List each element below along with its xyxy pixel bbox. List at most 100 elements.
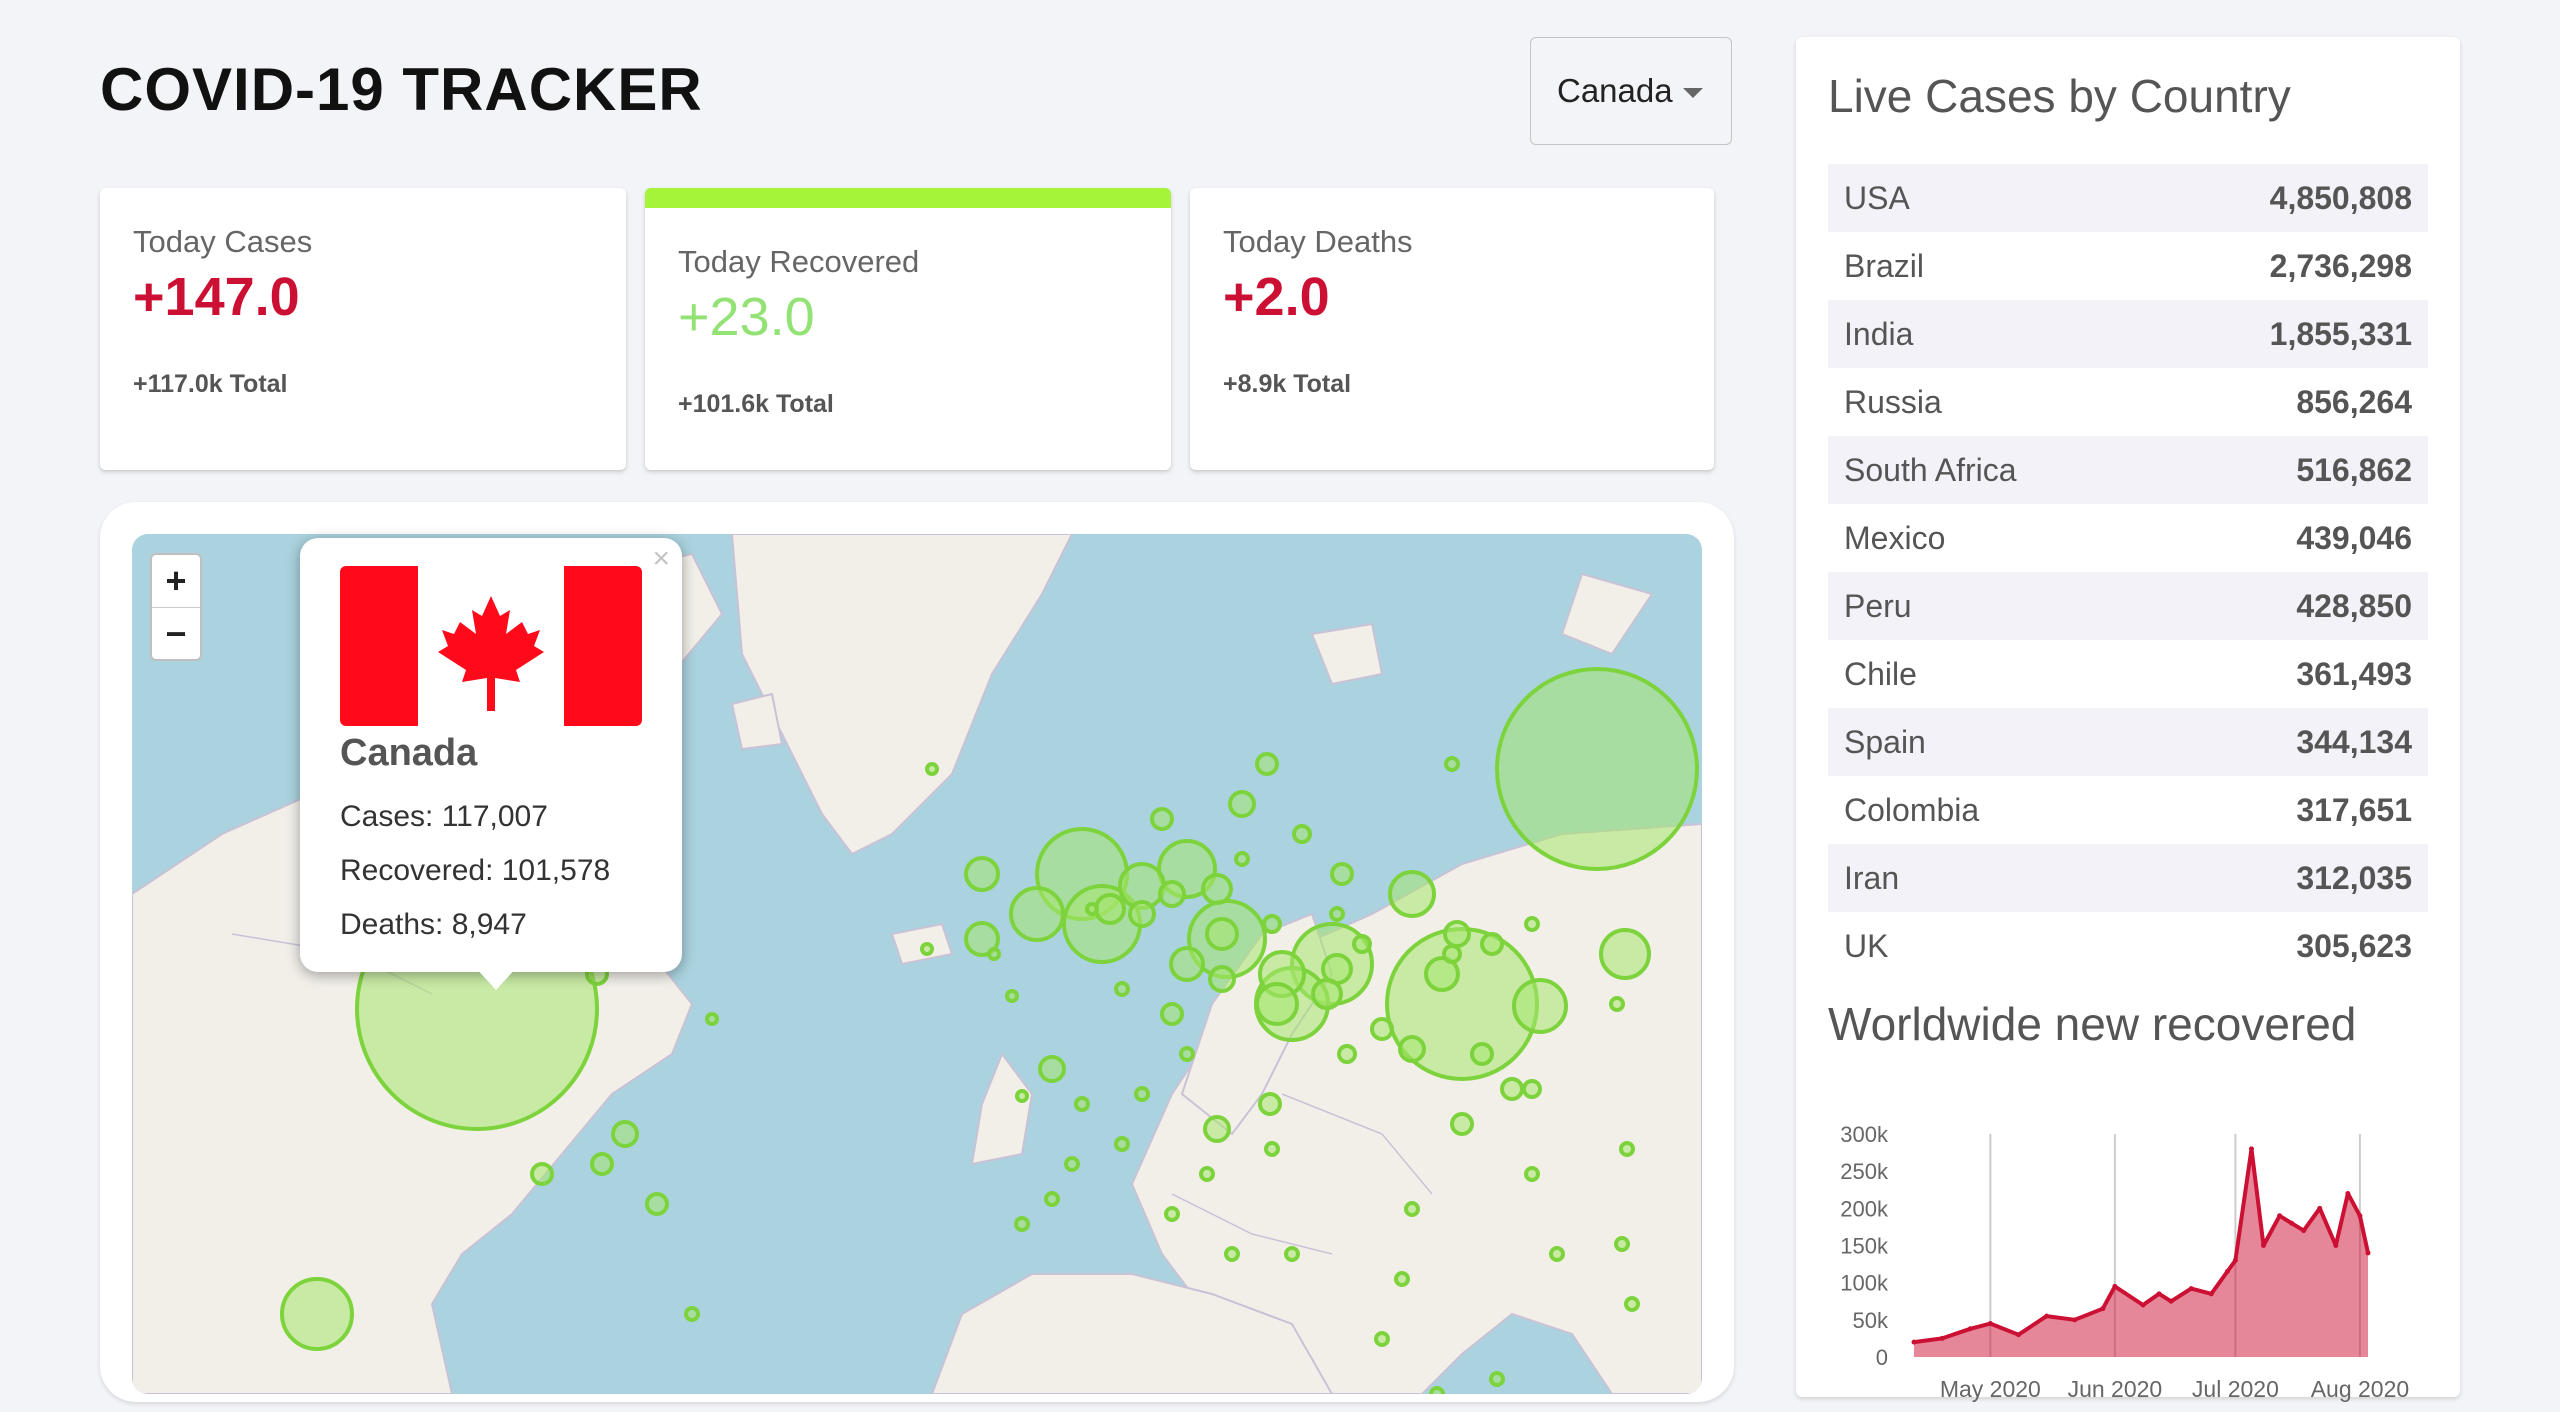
card-value: +2.0 — [1223, 267, 1330, 327]
chart-point — [2156, 1291, 2162, 1297]
country-table: USA 4,850,808 Brazil 2,736,298 India 1,855,… — [1828, 164, 2428, 980]
y-tick-label: 300k — [1840, 1122, 1889, 1147]
zoom-out-button[interactable]: − — [152, 607, 200, 660]
x-tick-label: Jun 2020 — [2068, 1376, 2163, 1402]
case-circle-spain — [1009, 886, 1065, 942]
case-circle-dot — [1224, 1246, 1240, 1262]
case-circle-dot — [1284, 1246, 1300, 1262]
today-recovered-card[interactable]: Today Recovered +23.0 +101.6k Total — [645, 188, 1171, 470]
table-row: South Africa 516,862 — [1828, 436, 2428, 504]
table-row: Chile 361,493 — [1828, 640, 2428, 708]
case-circle-small — [1038, 1055, 1066, 1083]
popup-recovered: Recovered: 101,578 — [340, 854, 611, 887]
country-name: Mexico — [1844, 519, 1946, 556]
country-name: Brazil — [1844, 247, 1925, 284]
case-circle-small — [645, 1192, 669, 1216]
today-cases-card[interactable]: Today Cases +147.0 +117.0k Total — [100, 188, 626, 470]
case-circle-dot — [920, 942, 934, 956]
chart-point — [2289, 1220, 2295, 1226]
table-row: USA 4,850,808 — [1828, 164, 2428, 232]
chart-point — [1939, 1335, 1945, 1341]
case-circle-small — [1255, 982, 1299, 1026]
case-circle-dot — [1134, 1086, 1150, 1102]
sidebar: Live Cases by Country USA 4,850,808 Brazi… — [1796, 37, 2460, 1402]
country-name: Russia — [1844, 383, 1942, 420]
case-circle-small — [1203, 1115, 1231, 1143]
case-circle-dot — [1619, 1141, 1635, 1157]
popup-deaths: Deaths: 8,947 — [340, 908, 527, 941]
card-total: +101.6k Total — [678, 390, 834, 418]
table-row: Mexico 439,046 — [1828, 504, 2428, 572]
country-cases: 516,862 — [2296, 451, 2412, 488]
table-row: Colombia 317,651 — [1828, 776, 2428, 844]
today-deaths-card[interactable]: Today Deaths +2.0 +8.9k Total — [1190, 188, 1714, 470]
svalbard-island — [1310, 622, 1384, 686]
case-circle-small — [1352, 934, 1372, 954]
case-circle-small — [964, 856, 1000, 892]
case-circle-small — [1480, 932, 1504, 956]
chart-point — [2112, 1283, 2118, 1289]
case-circle-dot — [925, 762, 939, 776]
country-name: UK — [1844, 927, 1889, 964]
zoom-in-button[interactable]: + — [152, 555, 200, 607]
sidebar-title: Live Cases by Country — [1828, 70, 2291, 122]
chart-point — [2100, 1306, 2106, 1312]
chart-point — [2277, 1213, 2283, 1219]
close-icon[interactable]: × — [652, 542, 670, 576]
country-cases: 344,134 — [2296, 723, 2412, 760]
case-circle-dot — [1444, 756, 1460, 772]
case-circle-small — [1370, 1017, 1394, 1041]
case-circle-small — [1330, 862, 1354, 886]
case-circle-dot — [1614, 1236, 1630, 1252]
chart-point — [2333, 1243, 2339, 1248]
y-tick-label: 50k — [1853, 1308, 1889, 1333]
case-circle-small — [1500, 1077, 1524, 1101]
country-select[interactable]: Canada — [1530, 37, 1732, 145]
case-circle-dot — [1489, 1371, 1505, 1387]
recovered-chart: May 2020 Jun 2020 Jul 2020 Aug 2020 0 50k 100k… — [1840, 1122, 2409, 1402]
table-row: Russia 856,264 — [1828, 368, 2428, 436]
chart-point — [2261, 1243, 2267, 1248]
case-circle-dot — [1005, 989, 1019, 1003]
case-circle-dot — [1624, 1296, 1640, 1312]
case-circle-dot — [1394, 1271, 1410, 1287]
case-circle-small — [1158, 880, 1186, 908]
card-label: Today Recovered — [678, 244, 920, 279]
chart-point — [2208, 1291, 2214, 1297]
chart-point — [2357, 1213, 2363, 1219]
case-circle-dot — [1524, 1166, 1540, 1182]
table-row: UK 305,623 — [1828, 912, 2428, 980]
case-circle-small — [1337, 1044, 1357, 1064]
card-value: +147.0 — [133, 267, 300, 327]
case-circle-small — [1292, 824, 1312, 844]
chart-point — [2188, 1286, 2194, 1292]
card-label: Today Cases — [133, 224, 313, 259]
country-cases: 439,046 — [2296, 519, 2412, 556]
case-circle-small — [590, 1152, 614, 1176]
country-cases: 2,736,298 — [2269, 247, 2412, 284]
chart-point — [1911, 1339, 1917, 1345]
popup-country-name: Canada — [340, 732, 478, 774]
chart-point — [2015, 1332, 2021, 1338]
chart-point — [2232, 1257, 2238, 1263]
case-circle-dot — [1085, 902, 1099, 916]
chart-point — [2317, 1205, 2323, 1211]
case-circle-small — [1228, 790, 1256, 818]
case-circle-dot — [1374, 1331, 1390, 1347]
case-circle-dot — [1015, 1089, 1029, 1103]
table-row: Iran 312,035 — [1828, 844, 2428, 912]
greenland-landmass — [730, 534, 1074, 856]
country-name: India — [1844, 315, 1914, 352]
case-circle-small — [1201, 873, 1233, 905]
x-tick-label: Aug 2020 — [2311, 1376, 2409, 1402]
case-circle-small — [1205, 917, 1239, 951]
case-circle-dot — [1429, 1386, 1445, 1394]
chart-point — [2345, 1190, 2351, 1196]
y-tick-label: 250k — [1840, 1159, 1889, 1184]
table-row: Spain 344,134 — [1828, 708, 2428, 776]
case-circle-small — [1255, 752, 1279, 776]
case-circle-russia — [1495, 667, 1699, 871]
country-cases: 317,651 — [2296, 791, 2412, 828]
country-name: USA — [1844, 179, 1910, 216]
chart-point — [2044, 1313, 2050, 1319]
